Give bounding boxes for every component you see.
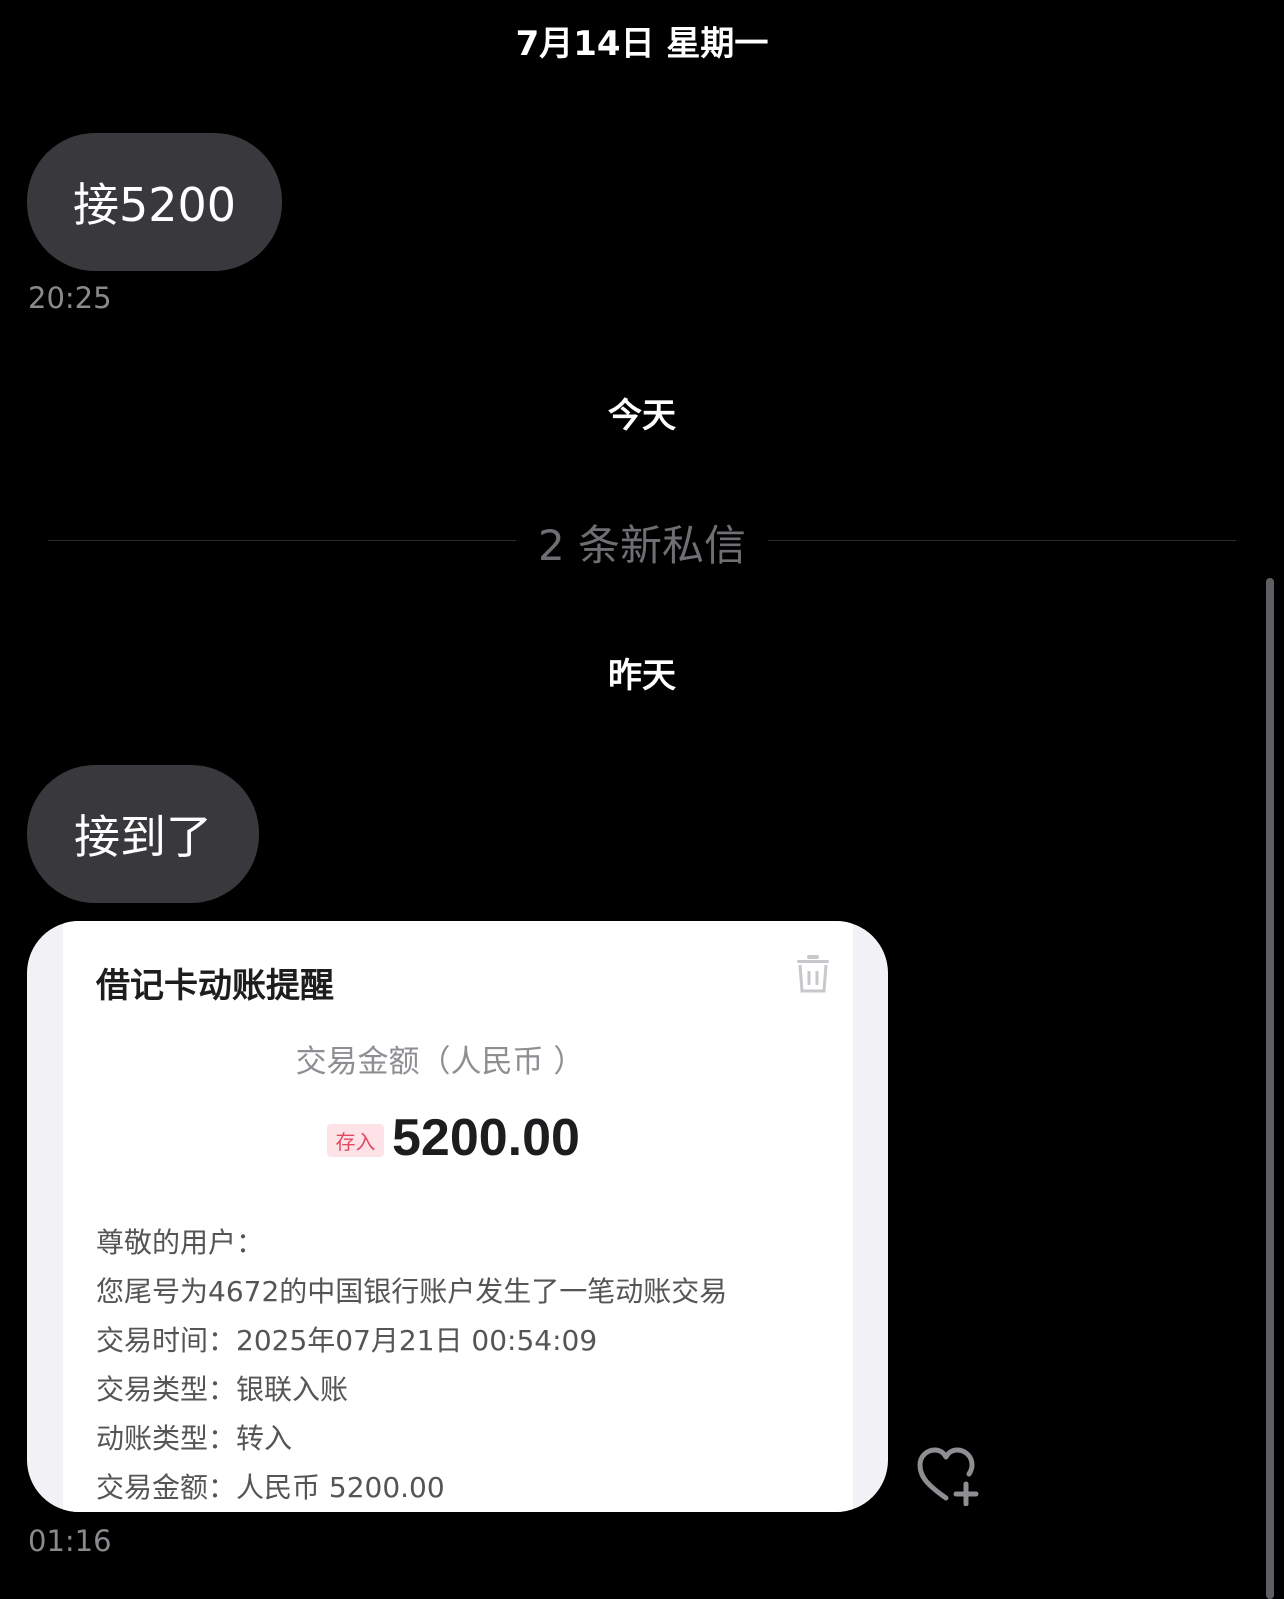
detail-amount: 交易金额：人民币 5200.00	[96, 1471, 445, 1504]
new-messages-divider-left	[48, 540, 516, 541]
message-bubble[interactable]: 接5200	[27, 133, 282, 271]
detail-movement: 动账类型：转入	[96, 1422, 293, 1455]
message-bubble[interactable]: 接到了	[27, 765, 259, 903]
deposit-tag: 存入	[327, 1124, 384, 1157]
date-header-yesterday: 昨天	[608, 656, 676, 696]
card-title: 借记卡动账提醒	[96, 966, 334, 1006]
scrollbar[interactable]	[1266, 578, 1274, 1599]
heart-add-icon[interactable]	[916, 1446, 982, 1507]
message-text: 接5200	[72, 178, 237, 232]
detail-account: 您尾号为4672的中国银行账户发生了一笔动账交易	[96, 1275, 728, 1308]
date-header: 7月14日 星期一	[515, 24, 769, 64]
date-header-today: 今天	[608, 396, 676, 436]
trash-icon	[796, 955, 830, 993]
detail-time: 交易时间：2025年07月21日 00:54:09	[96, 1324, 598, 1357]
new-messages-divider-right	[768, 540, 1236, 541]
detail-type: 交易类型：银联入账	[96, 1373, 349, 1406]
detail-greeting: 尊敬的用户：	[96, 1226, 265, 1259]
message-text: 接到了	[74, 810, 212, 864]
message-timestamp: 01:16	[28, 1524, 112, 1558]
message-timestamp: 20:25	[28, 281, 112, 315]
amount-value: 5200.00	[392, 1109, 580, 1167]
amount-caption: 交易金额（人民币 ）	[295, 1044, 585, 1080]
new-messages-label: 2 条新私信	[537, 521, 747, 570]
